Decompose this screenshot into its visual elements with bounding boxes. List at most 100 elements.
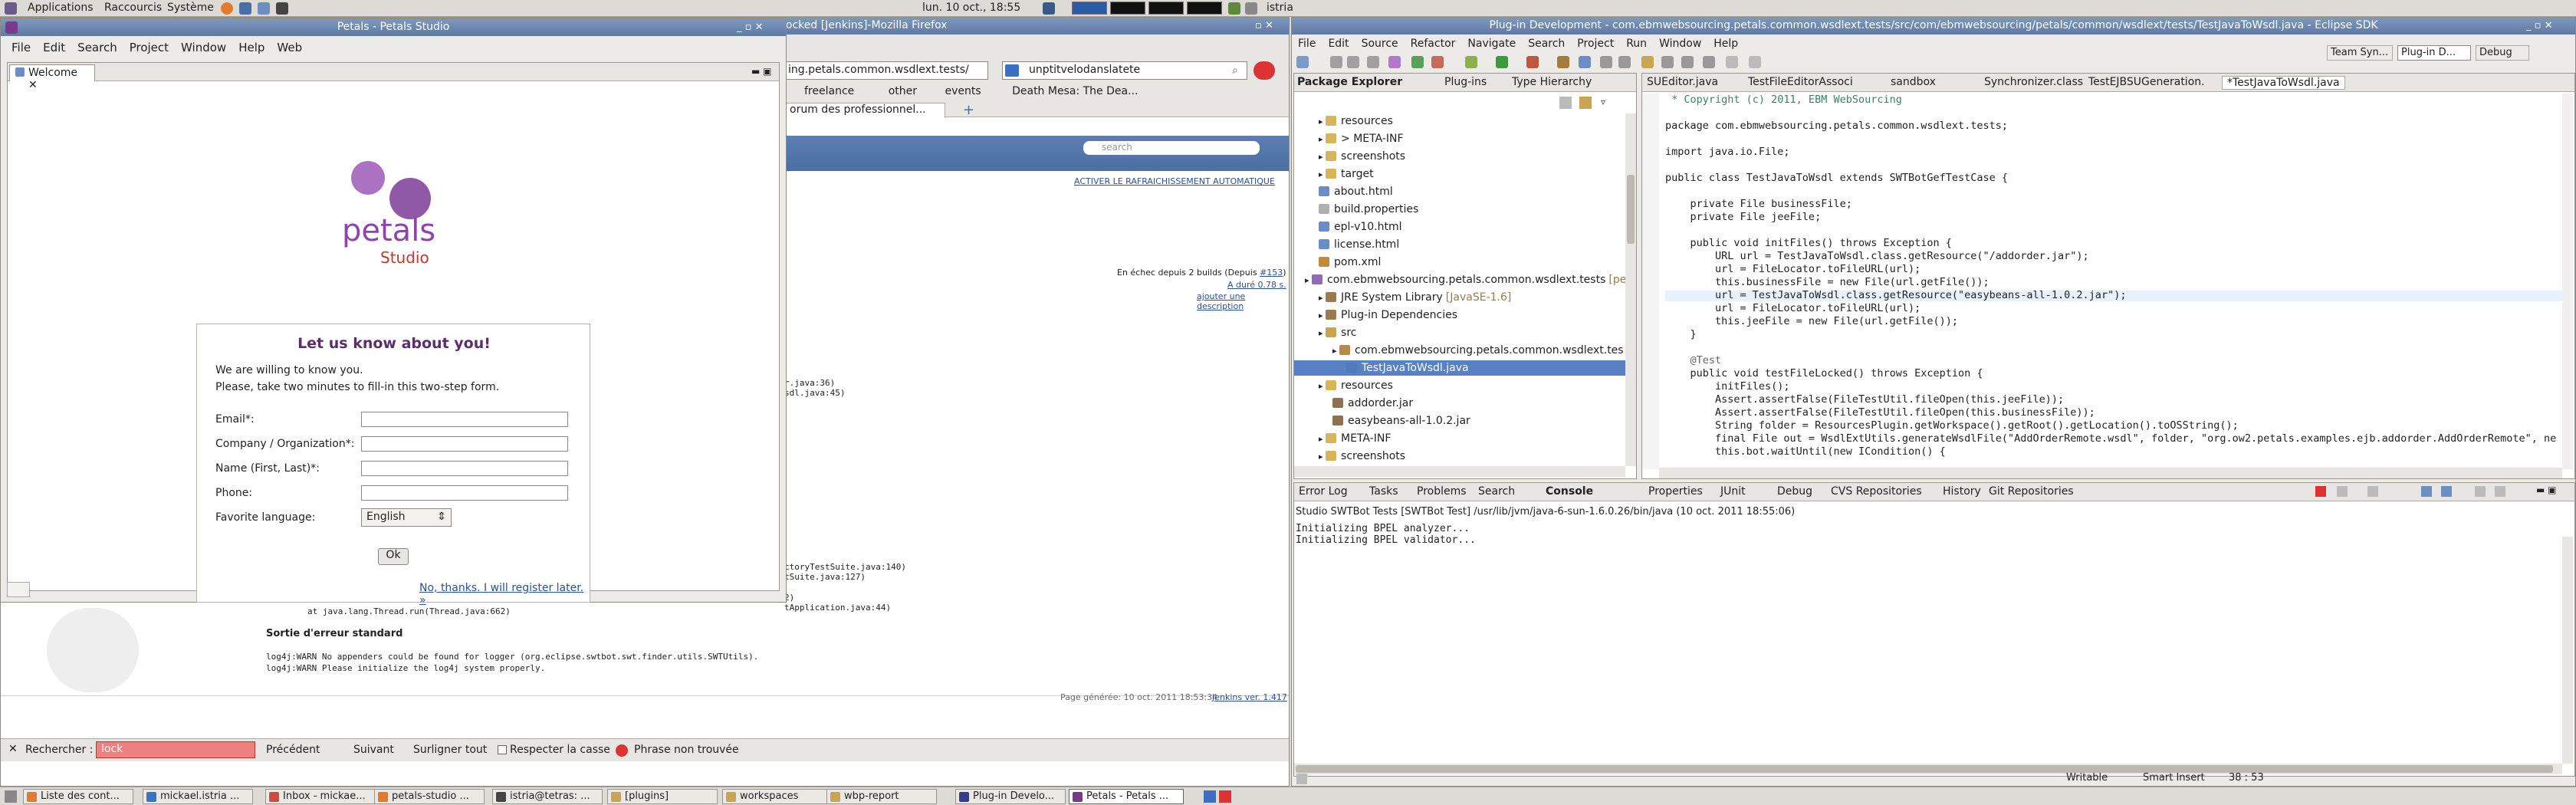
bottom-tab[interactable]: Tasks	[1369, 485, 1398, 498]
tree-item[interactable]: ▸ com.ebmwebsourcing.petals.common.wsdle…	[1332, 343, 1624, 358]
tree-item[interactable]: pom.xml	[1319, 255, 1381, 270]
tool-icon[interactable]	[1661, 56, 1674, 68]
expand-icon[interactable]: ▸	[1319, 310, 1326, 320]
places-menu[interactable]: Raccourcis	[104, 2, 162, 14]
tool-icon[interactable]	[1388, 56, 1401, 68]
bottom-tab[interactable]: Error Log	[1299, 485, 1348, 498]
expand-icon[interactable]: ▸	[1319, 117, 1326, 127]
menu-window[interactable]: Window	[181, 41, 226, 54]
tree-item[interactable]: license.html	[1319, 237, 1399, 252]
tree-item[interactable]: build.properties	[1319, 202, 1418, 217]
view-controls[interactable]: ▬ ▣	[751, 66, 772, 77]
tree-item[interactable]: ▸ target	[1319, 166, 1374, 182]
tree-item[interactable]: ▸ META-INF	[1319, 431, 1391, 446]
taskbar-item[interactable]: wbp-report	[826, 789, 937, 804]
volume-icon[interactable]	[1245, 2, 1257, 15]
taskbar-item[interactable]: mickael.istria ...	[143, 789, 253, 804]
tree-item[interactable]: ▸ JRE System Library [JavaSE-1.6]	[1319, 290, 1511, 305]
tree-item[interactable]: ▸ screenshots	[1319, 149, 1405, 164]
toggle-mark-icon[interactable]	[1641, 56, 1654, 68]
search-icon[interactable]	[1618, 56, 1631, 68]
language-select[interactable]: English ⇕	[361, 508, 452, 527]
scrollbar[interactable]	[1659, 468, 2562, 478]
match-case-checkbox[interactable]	[498, 745, 507, 754]
menu-run[interactable]: Run	[1626, 38, 1647, 50]
system-menu[interactable]: Système	[167, 2, 214, 14]
name-field[interactable]	[361, 461, 568, 476]
clear-console-icon[interactable]	[2367, 486, 2378, 497]
search-icon[interactable]: ⌕	[1232, 64, 1238, 77]
bottom-tab[interactable]: JUnit	[1720, 485, 1746, 498]
scrollbar[interactable]	[1625, 113, 1636, 466]
bottom-tab[interactable]: Properties	[1648, 485, 1703, 498]
perspective-plugin-dev[interactable]: Plug-in D...	[2397, 45, 2471, 61]
terminate-icon[interactable]	[2315, 486, 2326, 497]
bottom-tab[interactable]: Console	[1546, 485, 1593, 498]
tree-item[interactable]: ▸ com.ebmwebsourcing.petals.common.wsdle…	[1305, 272, 1625, 288]
new-tab-icon[interactable]: +	[963, 102, 974, 118]
new-icon[interactable]	[1296, 56, 1309, 68]
expand-icon[interactable]: ▸	[1319, 152, 1326, 162]
scroll-lock-icon[interactable]	[2421, 486, 2432, 497]
open-console-icon[interactable]	[2495, 486, 2505, 497]
expand-icon[interactable]: ▸	[1319, 169, 1326, 179]
email-field[interactable]	[361, 412, 568, 427]
close-icon[interactable]: ✕	[28, 79, 38, 91]
duration-link[interactable]: A duré 0.78 s.	[1227, 280, 1286, 290]
collapse-all-icon[interactable]	[1559, 97, 1572, 109]
search-bar[interactable]: unptitvelodanslatete	[1002, 61, 1247, 80]
company-field[interactable]	[361, 436, 568, 452]
refresh-link[interactable]: ACTIVER LE RAFRAICHISSEMENT AUTOMATIQUE	[1074, 176, 1275, 186]
back-icon[interactable]	[1726, 56, 1738, 68]
menu-search[interactable]: Search	[1528, 38, 1565, 50]
menu-window[interactable]: Window	[1659, 38, 1701, 50]
menu-help[interactable]: Help	[1714, 38, 1738, 50]
tree-item[interactable]: epl-v10.html	[1319, 219, 1402, 235]
firefox-launcher-icon[interactable]	[221, 2, 233, 15]
run-icon[interactable]	[1496, 56, 1508, 68]
bookmark-other[interactable]: other	[889, 85, 917, 97]
tab-type-hierarchy[interactable]: Type Hierarchy	[1512, 76, 1592, 88]
next-annotation-icon[interactable]	[1703, 56, 1715, 68]
taskbar-item[interactable]: Inbox - mickae...	[265, 789, 376, 804]
debug-icon[interactable]	[1465, 56, 1477, 68]
window-controls[interactable]: _ ▫ ✕	[2526, 20, 2552, 31]
tree-item[interactable]: ▸ screenshots	[1319, 449, 1405, 464]
save-icon[interactable]	[1330, 56, 1342, 68]
taskbar-item[interactable]: Petals - Petals ...	[1069, 789, 1184, 804]
taskbar-item[interactable]: petals-studio ...	[374, 789, 485, 804]
taskbar-item[interactable]: [plugins]	[607, 789, 718, 804]
bookmark-events[interactable]: events	[945, 85, 981, 97]
taskbar-item[interactable]: Liste des cont...	[23, 789, 133, 804]
clock[interactable]: lun. 10 oct., 18:55	[922, 2, 1020, 14]
editor-tab[interactable]: Synchronizer.class	[1984, 76, 2083, 88]
build-link[interactable]: #153	[1260, 268, 1283, 278]
bottom-tab[interactable]: CVS Repositories	[1831, 485, 1922, 498]
menu-source[interactable]: Source	[1362, 38, 1398, 50]
find-previous-button[interactable]: Précédent	[266, 744, 320, 756]
tray-icon[interactable]	[1204, 790, 1216, 803]
tray-icon[interactable]	[1228, 2, 1240, 15]
tool-icon[interactable]	[1681, 56, 1694, 68]
display-console-icon[interactable]	[2475, 486, 2486, 497]
view-controls[interactable]: ▬ ▣	[2536, 485, 2557, 495]
editor-tab[interactable]: *TestJavaToWsdl.java	[2222, 76, 2345, 90]
url-bar[interactable]: ing.petals.common.wsdlext.tests/	[783, 61, 988, 80]
add-description-link[interactable]: ajouter une description	[1197, 291, 1289, 311]
menu-web[interactable]: Web	[277, 41, 302, 54]
print-icon[interactable]	[1367, 56, 1379, 68]
tree-item[interactable]: ▸ src	[1319, 325, 1356, 340]
applications-menu[interactable]: Applications	[28, 2, 94, 14]
window-controls[interactable]: ▫ ✕	[1255, 20, 1286, 32]
editor-tab[interactable]: TestFileEditorAssoci	[1748, 76, 1853, 88]
tab-package-explorer[interactable]: Package Explorer	[1297, 76, 1402, 88]
find-close-icon[interactable]: ✕	[8, 743, 18, 755]
bottom-tab[interactable]: Search	[1478, 485, 1515, 498]
new-class-icon[interactable]	[1579, 56, 1591, 68]
open-type-icon[interactable]	[1600, 56, 1612, 68]
expand-icon[interactable]: ▸	[1319, 328, 1326, 338]
remove-launch-icon[interactable]	[2337, 486, 2348, 497]
code-editor[interactable]: * Copyright (c) 2011, EBM WebSourcing pac…	[1665, 95, 2562, 468]
new-package-icon[interactable]	[1557, 56, 1569, 68]
user-name[interactable]: istria	[1267, 2, 1293, 14]
